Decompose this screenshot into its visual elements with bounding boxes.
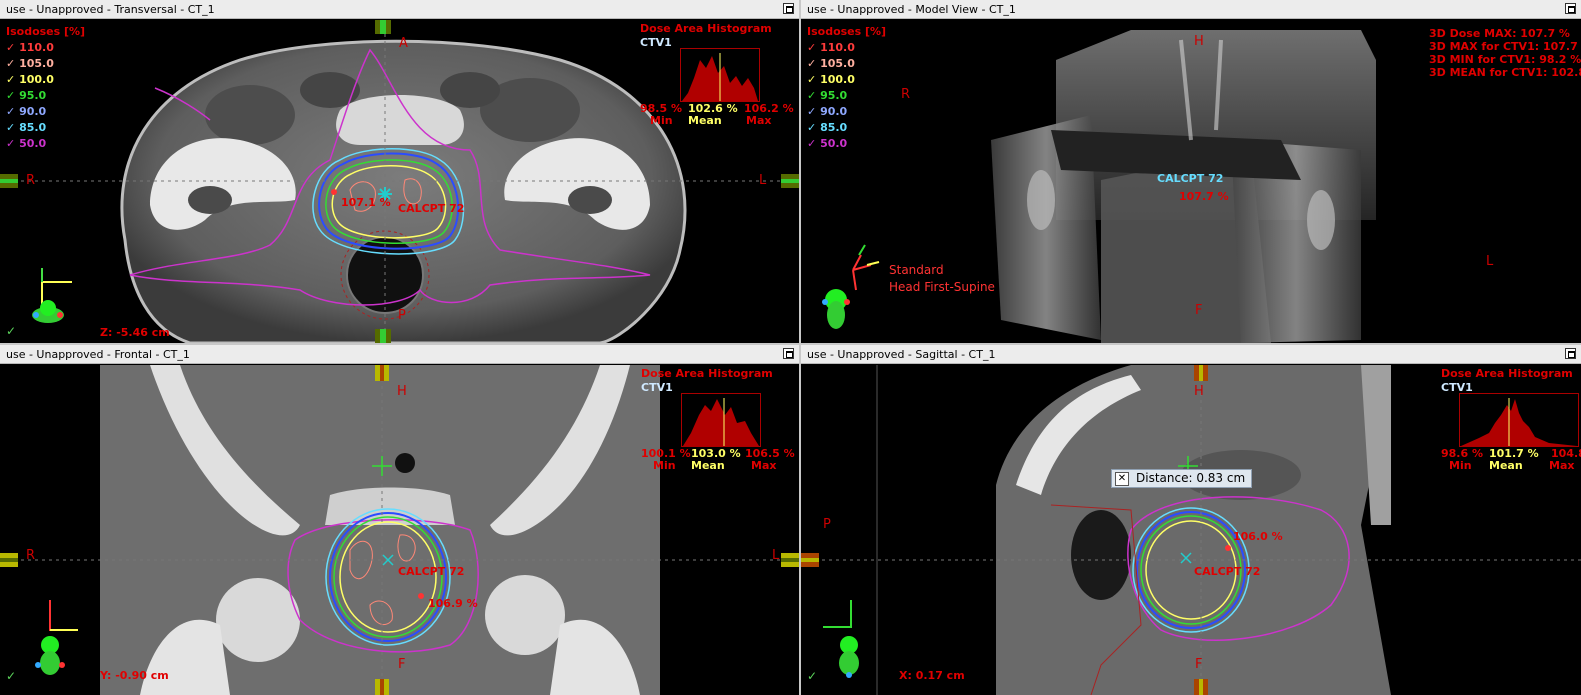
dah-max-label: Max [746, 114, 772, 127]
isodose-item[interactable]: ✓ 95.0 [6, 88, 85, 104]
max-dose-label: 106.9 % [428, 597, 478, 610]
dose-stats: 3D Dose MAX: 107.7 % 3D MAX for CTV1: 10… [1429, 27, 1581, 79]
dah-max-label: Max [1549, 459, 1575, 472]
transversal-view[interactable]: Isodoses [%] ✓ 110.0 ✓ 105.0 ✓ 100.0 ✓ 9… [0, 20, 799, 343]
isodose-item[interactable]: ✓ 90.0 [807, 104, 886, 120]
orientation-line-2: Head First-Supine [889, 280, 995, 294]
dah-title: Dose Area Histogram [640, 22, 772, 35]
orient-right: L [772, 548, 780, 563]
isodose-legend: Isodoses [%] ✓ 110.0 ✓ 105.0 ✓ 100.0 ✓ 9… [807, 24, 886, 152]
dah-max-label: Max [751, 459, 777, 472]
isodose-item[interactable]: ✓ 105.0 [807, 56, 886, 72]
max-dose-label: 106.0 % [1233, 530, 1283, 543]
orient-right: L [759, 173, 767, 188]
isodose-item[interactable]: ✓ 100.0 [6, 72, 85, 88]
orient-top: H [1194, 384, 1204, 399]
transversal-pane[interactable]: use - Unapproved - Transversal - CT_1 Is… [0, 0, 799, 343]
dah-structure: CTV1 [641, 381, 673, 394]
orient-left: R [26, 548, 36, 563]
slice-position: Z: -5.46 cm [100, 326, 170, 339]
dah-min-label: Min [653, 459, 676, 472]
maximize-button[interactable] [783, 3, 794, 14]
model-view-title: use - Unapproved - Model View - CT_1 [807, 3, 1016, 16]
sagittal-view[interactable]: H F P Dose Area Histogram CTV1 98.6 % 10… [801, 365, 1581, 695]
isodose-item[interactable]: ✓ 105.0 [6, 56, 85, 72]
isodose-legend: Isodoses [%] ✓ 110.0 ✓ 105.0 ✓ 100.0 ✓ 9… [6, 24, 85, 152]
stat-ctv-mean: 3D MEAN for CTV1: 102.8 % [1429, 66, 1581, 79]
stat-dose-max: 3D Dose MAX: 107.7 % [1429, 27, 1570, 40]
slice-position: Y: -0.90 cm [100, 669, 169, 682]
transversal-titlebar: use - Unapproved - Transversal - CT_1 [0, 0, 799, 19]
isodose-item[interactable]: ✓ 110.0 [807, 40, 886, 56]
dah-chart [681, 393, 761, 447]
distance-measurement[interactable]: ✕ Distance: 0.83 cm [1111, 469, 1253, 488]
frontal-view[interactable]: H F R L Dose Area Histogram CTV1 100.1 %… [0, 365, 799, 695]
orient-top: H [1194, 34, 1204, 49]
calc-point-label: CALCPT 72 [1194, 565, 1261, 578]
isodose-item[interactable]: ✓ 50.0 [807, 136, 886, 152]
isodose-item[interactable]: ✓ 85.0 [807, 120, 886, 136]
orient-bottom: F [398, 657, 406, 672]
sagittal-titlebar: use - Unapproved - Sagittal - CT_1 [801, 345, 1581, 364]
model-view-titlebar: use - Unapproved - Model View - CT_1 [801, 0, 1581, 19]
frontal-titlebar: use - Unapproved - Frontal - CT_1 [0, 345, 799, 364]
dah-chart [680, 48, 760, 102]
calc-point-label: CALCPT 72 [398, 565, 465, 578]
dah-min-label: Min [1449, 459, 1472, 472]
close-icon[interactable]: ✕ [1115, 472, 1129, 486]
sagittal-pane[interactable]: use - Unapproved - Sagittal - CT_1 H F P… [801, 345, 1581, 695]
dah-mean-label: Mean [691, 459, 725, 472]
orient-right: L [1486, 254, 1494, 269]
calc-point-label: CALCPT 72 [398, 202, 465, 215]
isodose-item[interactable]: ✓ 110.0 [6, 40, 85, 56]
max-dose-label: 107.1 % [341, 196, 391, 209]
pane-divider-vertical[interactable] [799, 0, 801, 695]
pane-divider-horizontal[interactable] [0, 343, 1581, 345]
isodose-legend-title: Isodoses [%] [6, 25, 86, 38]
distance-label: Distance: 0.83 cm [1136, 471, 1246, 485]
orient-bottom: P [398, 308, 406, 323]
isodose-item[interactable]: ✓ 100.0 [807, 72, 886, 88]
dose-area-histogram[interactable]: Dose Area Histogram CTV1 100.1 % 103.0 %… [641, 367, 799, 477]
max-dose-label: 107.7 % [1179, 190, 1229, 203]
calc-point-label: CALCPT 72 [1157, 172, 1224, 185]
orient-left: P [823, 517, 831, 532]
dah-title: Dose Area Histogram [1441, 367, 1573, 380]
isodose-item[interactable]: ✓ 90.0 [6, 104, 85, 120]
orient-top: A [399, 36, 408, 51]
maximize-button[interactable] [1565, 3, 1576, 14]
slice-position: X: 0.17 cm [899, 669, 965, 682]
dah-title: Dose Area Histogram [641, 367, 773, 380]
dah-structure: CTV1 [640, 36, 672, 49]
sagittal-title: use - Unapproved - Sagittal - CT_1 [807, 348, 996, 361]
check-icon[interactable]: ✓ [807, 669, 817, 683]
isodose-item[interactable]: ✓ 85.0 [6, 120, 85, 136]
maximize-button[interactable] [783, 348, 794, 359]
isodose-legend-title: Isodoses [%] [807, 25, 887, 38]
isodose-item[interactable]: ✓ 95.0 [807, 88, 886, 104]
dah-chart [1459, 393, 1579, 447]
stat-ctv-max: 3D MAX for CTV1: 107.7 % [1429, 40, 1581, 53]
orient-left: R [901, 87, 911, 102]
dah-mean-label: Mean [688, 114, 722, 127]
stat-ctv-min: 3D MIN for CTV1: 98.2 % [1429, 53, 1581, 66]
model-view-pane[interactable]: use - Unapproved - Model View - CT_1 Iso… [801, 0, 1581, 343]
model-view[interactable]: Isodoses [%] ✓ 110.0 ✓ 105.0 ✓ 100.0 ✓ 9… [801, 20, 1581, 343]
orient-left: R [26, 173, 36, 188]
dose-area-histogram[interactable]: Dose Area Histogram CTV1 98.6 % 101.7 % … [1441, 367, 1581, 477]
orient-bottom: F [1195, 657, 1203, 672]
isodose-item[interactable]: ✓ 50.0 [6, 136, 85, 152]
maximize-button[interactable] [1565, 348, 1576, 359]
orientation-line-1: Standard [889, 263, 944, 277]
dah-mean-label: Mean [1489, 459, 1523, 472]
check-icon[interactable]: ✓ [6, 669, 16, 683]
dose-area-histogram[interactable]: Dose Area Histogram CTV1 98.5 % 102.6 % … [640, 22, 799, 132]
frontal-pane[interactable]: use - Unapproved - Frontal - CT_1 H F R … [0, 345, 799, 695]
orient-top: H [397, 384, 407, 399]
frontal-title: use - Unapproved - Frontal - CT_1 [6, 348, 190, 361]
transversal-title: use - Unapproved - Transversal - CT_1 [6, 3, 215, 16]
dah-min-label: Min [650, 114, 673, 127]
check-icon[interactable]: ✓ [6, 324, 16, 338]
orient-bottom: F [1195, 303, 1203, 318]
